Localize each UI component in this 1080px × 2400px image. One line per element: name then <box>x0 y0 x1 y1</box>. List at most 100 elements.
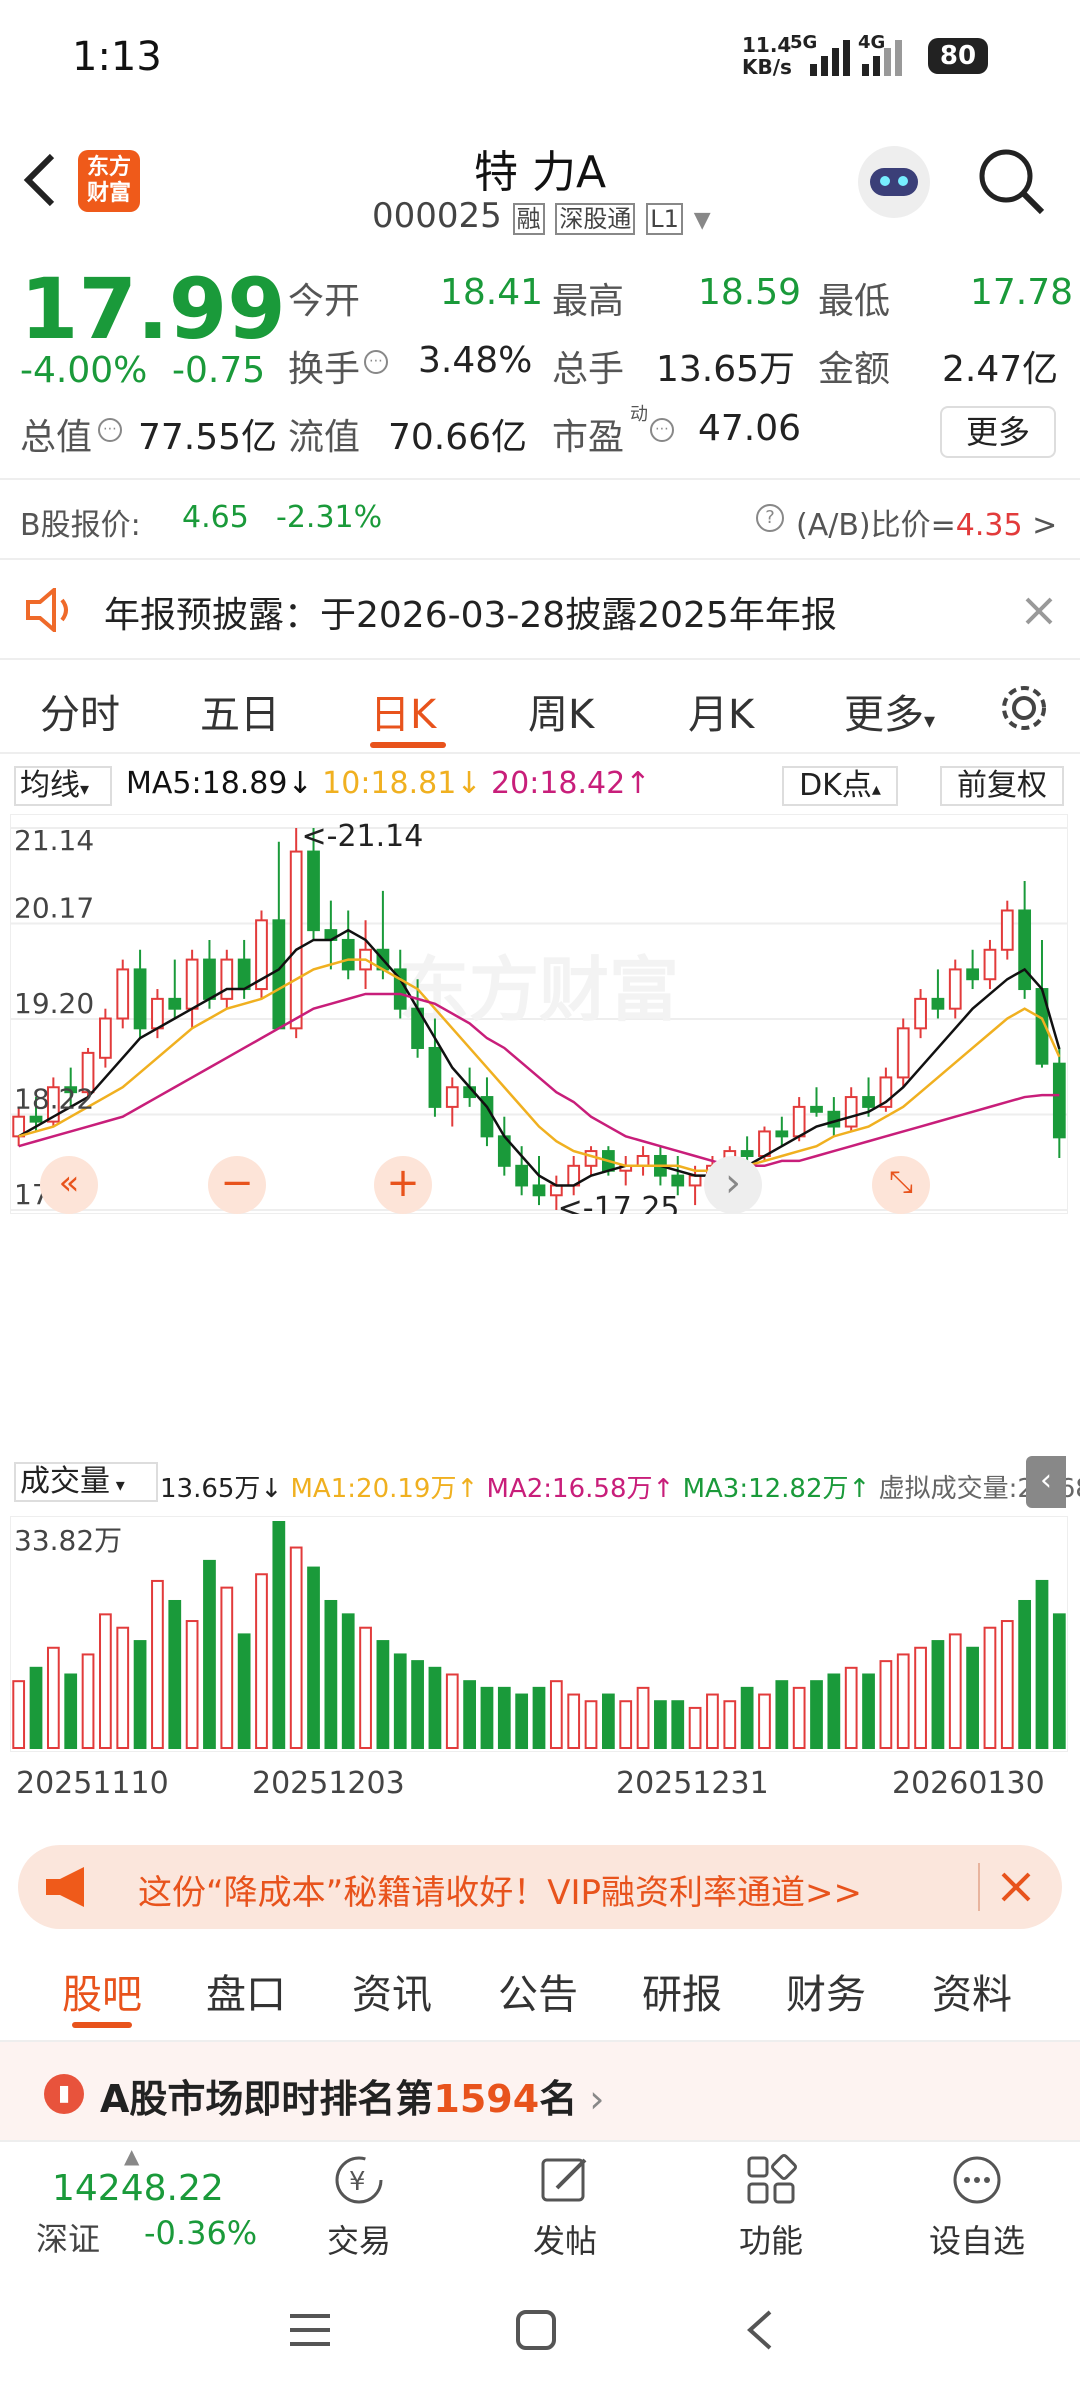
low-value: 17.78 <box>970 272 1074 313</box>
volume-bar <box>81 1653 95 1749</box>
promo-banner[interactable]: 这份“降成本”秘籍请收好！VIP融资利率通道>> <box>18 1845 1062 1929</box>
info-icon[interactable]: ⋯ <box>650 418 674 442</box>
candle-body <box>792 1105 806 1138</box>
ma-legend: MA5:18.89↓ 10:18.81↓ 20:18.42↑ <box>126 766 651 801</box>
candle-body <box>810 1105 823 1113</box>
y-axis-label: 19.20 <box>14 987 94 1020</box>
tab-orderbook[interactable]: 盘口 <box>206 1962 286 2020</box>
float-value: 70.66亿 <box>388 417 528 458</box>
expand-up-icon[interactable]: ▲ <box>124 2144 139 2168</box>
tab-weekly-k[interactable]: 周K <box>528 682 594 740</box>
ma-selector[interactable]: 均线▾ <box>14 766 112 806</box>
volume-bar <box>931 1640 945 1749</box>
volume-bar <box>723 1700 737 1749</box>
volume-bar <box>792 1686 806 1750</box>
speaker-icon <box>26 588 68 632</box>
edit-icon <box>541 2158 587 2202</box>
candle-body <box>29 1115 43 1123</box>
rank-bar[interactable]: ▮ A股市场即时排名第1594名 › <box>0 2042 1080 2140</box>
volume-bar <box>289 1546 303 1750</box>
signal-icon-2 <box>862 40 902 76</box>
menu-icon[interactable] <box>288 2310 332 2350</box>
status-bar: 1:13 11.4 KB/s 5G 4G 80 <box>0 0 1080 120</box>
notice-bar[interactable]: 年报预披露：于2026-03-28披露2025年年报 <box>0 560 1080 660</box>
tab-news[interactable]: 资讯 <box>352 1962 432 2020</box>
trade-button[interactable]: ¥ 交易 <box>284 2152 434 2262</box>
settings-gear-icon[interactable] <box>996 680 1052 736</box>
content-tabs: 股吧 盘口 资讯 公告 研报 财务 资料 <box>0 1950 1080 2042</box>
b-share-pct: -2.31% <box>276 500 383 535</box>
ab-ratio[interactable]: (A/B)比价=4.35 > <box>796 500 1057 544</box>
candle-body <box>151 997 164 1030</box>
zoom-in-button[interactable]: + <box>374 1156 432 1214</box>
collapse-panel-button[interactable]: ‹ <box>1026 1456 1066 1508</box>
volume-bar <box>567 1693 581 1750</box>
volume-bar <box>46 1646 60 1750</box>
stock-code: 000025 融 深股通 L1 ▼ <box>372 196 711 236</box>
pe-label: 市盈 <box>552 417 625 458</box>
candlestick-plot[interactable]: 东方财富21.1420.1719.2018.2217.25<-21.14<-17… <box>10 814 1068 1214</box>
tab-daily-k[interactable]: 日K <box>370 682 436 740</box>
volume-bar <box>1018 1599 1032 1749</box>
tab-intraday[interactable]: 分时 <box>40 682 120 740</box>
close-icon[interactable] <box>1000 1871 1032 1903</box>
volume-bar <box>948 1633 962 1749</box>
adjust-button[interactable]: 前复权 <box>940 766 1064 806</box>
candle-body <box>758 1130 771 1157</box>
functions-button[interactable]: 功能 <box>696 2152 846 2262</box>
assistant-avatar[interactable] <box>858 146 930 218</box>
volume-bar <box>549 1680 563 1749</box>
volume-bar <box>740 1686 754 1750</box>
tab-announcements[interactable]: 公告 <box>498 1962 578 2020</box>
search-icon[interactable] <box>976 146 1046 216</box>
trade-icon: ¥ <box>335 2156 383 2204</box>
volume-selector[interactable]: 成交量 ▾ <box>14 1462 158 1502</box>
info-icon[interactable]: ⋯ <box>98 418 122 442</box>
dk-point-button[interactable]: DK点▴ <box>782 766 898 806</box>
tab-research[interactable]: 研报 <box>642 1962 722 2020</box>
tab-finance[interactable]: 财务 <box>786 1962 866 2020</box>
volume-bar <box>844 1666 858 1749</box>
volume-bar <box>983 1626 997 1749</box>
volume-bar <box>862 1673 875 1749</box>
notice-text: 年报预披露：于2026-03-28披露2025年年报 <box>104 595 837 636</box>
volume-bar <box>827 1673 841 1749</box>
back-icon[interactable] <box>742 2308 778 2352</box>
candle-body <box>289 850 303 1030</box>
info-icon[interactable]: ⋯ <box>364 350 388 374</box>
pe-sup: 动 <box>630 404 648 425</box>
tab-forum[interactable]: 股吧 <box>62 1962 142 2020</box>
scroll-left-button[interactable]: « <box>40 1156 98 1214</box>
promo-text: 这份“降成本”秘籍请收好！VIP融资利率通道>> <box>138 1873 862 1913</box>
zoom-out-button[interactable]: − <box>208 1156 266 1214</box>
fullscreen-icon[interactable]: ⤡ <box>872 1156 930 1214</box>
volume-bar <box>133 1640 147 1749</box>
question-icon[interactable]: ? <box>756 504 784 532</box>
volume-bar <box>359 1626 372 1749</box>
b-share-label: B股报价: <box>20 508 141 543</box>
add-watchlist-button[interactable]: 设自选 <box>902 2152 1052 2262</box>
tab-5day[interactable]: 五日 <box>200 682 280 740</box>
scroll-right-button[interactable]: › <box>704 1156 762 1214</box>
volume-bar <box>1035 1579 1049 1749</box>
open-label: 今开 <box>288 281 361 322</box>
index-name: 深证 <box>36 2220 101 2258</box>
candle-body <box>827 1110 841 1128</box>
tab-profile[interactable]: 资料 <box>932 1962 1012 2020</box>
home-icon[interactable] <box>514 2308 558 2352</box>
tab-more[interactable]: 更多▾ <box>844 682 935 740</box>
candle-body <box>671 1174 685 1187</box>
volume-bar <box>1052 1613 1066 1749</box>
tab-monthly-k[interactable]: 月K <box>688 682 754 740</box>
volume-bar <box>914 1646 927 1750</box>
candle-body <box>116 968 130 1020</box>
more-button[interactable]: 更多 <box>940 406 1056 458</box>
post-button[interactable]: 发帖 <box>490 2152 640 2262</box>
close-icon[interactable] <box>1024 596 1054 626</box>
candle-body <box>844 1096 858 1128</box>
volume-bar <box>324 1599 338 1749</box>
index-value[interactable]: 14248.22 <box>52 2168 224 2209</box>
candle-body <box>99 1017 112 1059</box>
kline-chart[interactable]: 均线▾ MA5:18.89↓ 10:18.81↓ 20:18.42↑ DK点▴ … <box>0 756 1080 1826</box>
candle-body <box>948 968 962 1010</box>
